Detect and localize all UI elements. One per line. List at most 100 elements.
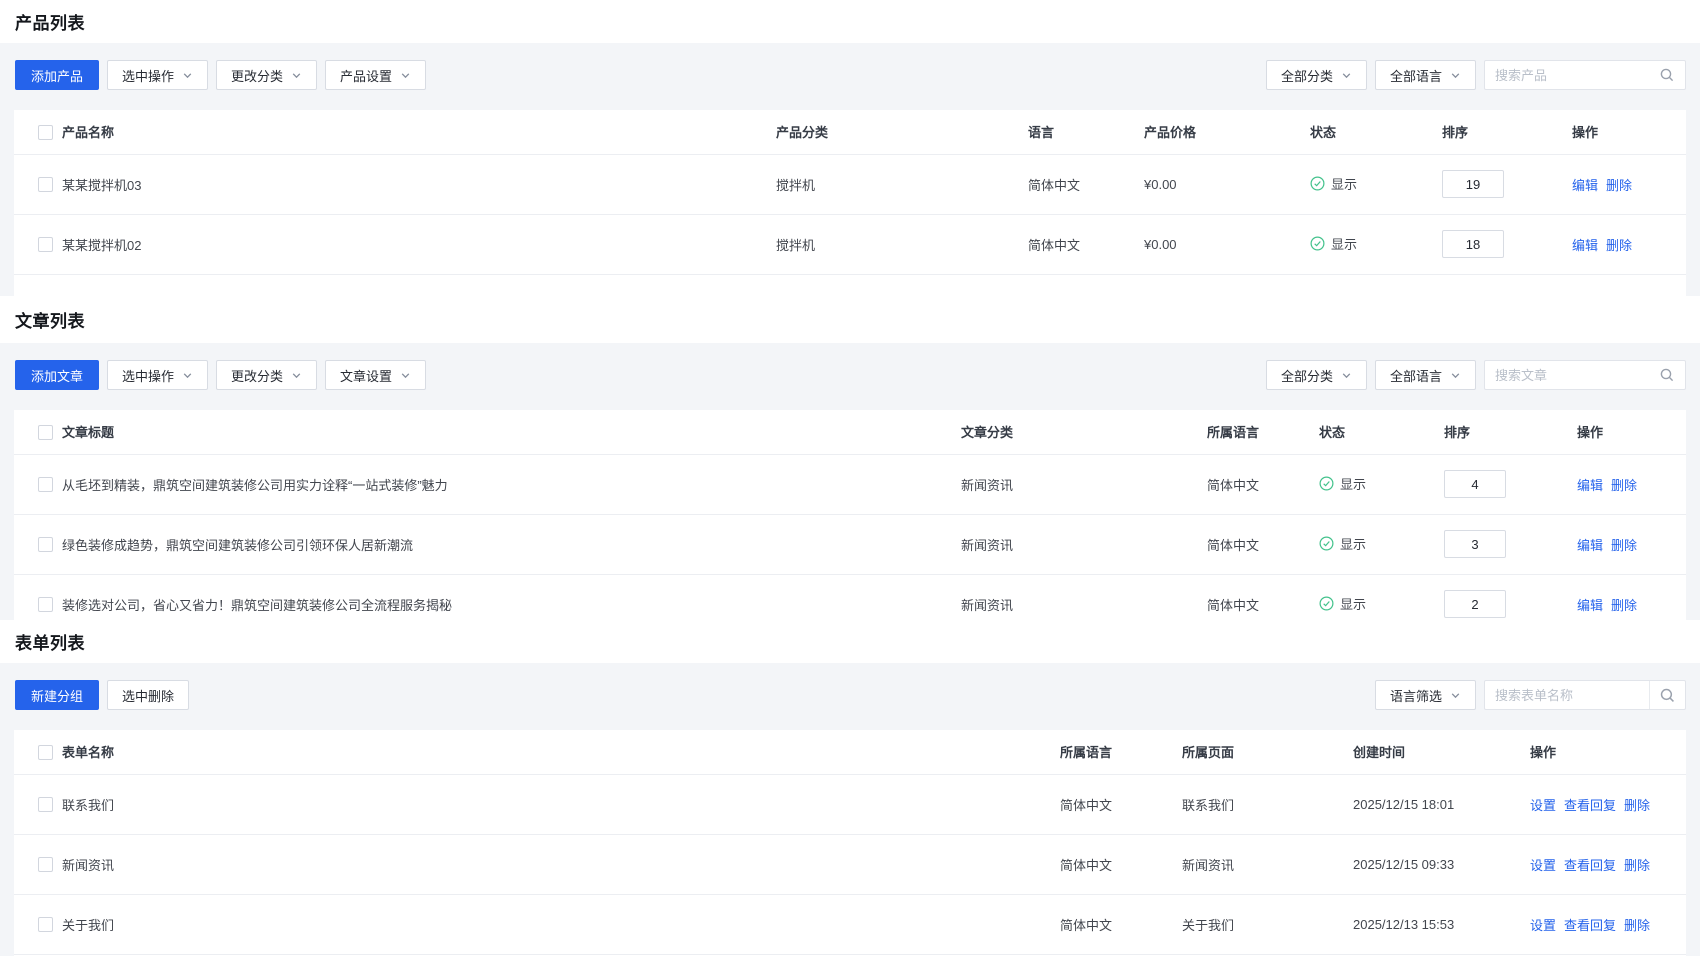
col-actions: 操作 [1530,730,1686,774]
edit-link[interactable]: 编辑 [1577,598,1603,613]
product-language: 简体中文 [1028,154,1144,214]
language-filter-dropdown[interactable]: 全部语言 [1375,60,1476,90]
chevron-down-icon [291,370,302,381]
delete-link[interactable]: 删除 [1624,798,1650,813]
sort-input[interactable] [1442,230,1504,258]
select-all-checkbox[interactable] [38,125,53,140]
select-checkbox[interactable] [38,597,53,612]
table-row: 绿色装修成趋势，鼎筑空间建筑装修公司引领环保人居新潮流 新闻资讯 简体中文 显示… [14,514,1686,574]
change-category-dropdown[interactable]: 更改分类 [216,60,317,90]
table-row: 某某搅拌机03 搅拌机 简体中文 ¥0.00 显示 编辑删除 [14,154,1686,214]
section-forms: 表单列表 新建分组 选中删除 语言筛选 [0,620,1700,956]
change-category-dropdown[interactable]: 更改分类 [216,360,317,390]
chevron-down-icon [1450,370,1461,381]
delete-link[interactable]: 删除 [1611,538,1637,553]
select-checkbox[interactable] [38,857,53,872]
select-checkbox[interactable] [38,537,53,552]
delete-link[interactable]: 删除 [1624,918,1650,933]
sort-input[interactable] [1444,590,1506,618]
sort-input[interactable] [1442,170,1504,198]
status-label: 显示 [1331,234,1357,253]
view-replies-link[interactable]: 查看回复 [1564,918,1616,933]
chevron-down-icon [1450,70,1461,81]
delete-selected-button[interactable]: 选中删除 [107,680,189,710]
settings-link[interactable]: 设置 [1530,858,1556,873]
delete-link[interactable]: 删除 [1611,598,1637,613]
article-settings-label: 文章设置 [340,366,392,385]
search-icon[interactable] [1649,361,1685,389]
form-page: 关于我们 [1182,894,1353,954]
add-product-button[interactable]: 添加产品 [15,60,99,90]
new-group-button[interactable]: 新建分组 [15,680,99,710]
select-checkbox[interactable] [38,797,53,812]
forms-table: 表单名称 所属语言 所属页面 创建时间 操作 联系我们 简体中文 联系我们 20… [14,730,1686,956]
edit-link[interactable]: 编辑 [1572,238,1598,253]
select-checkbox[interactable] [38,177,53,192]
product-search [1484,60,1686,90]
view-replies-link[interactable]: 查看回复 [1564,858,1616,873]
form-language: 简体中文 [1060,894,1182,954]
edit-link[interactable]: 编辑 [1577,478,1603,493]
status-badge: 显示 [1310,174,1357,193]
search-icon[interactable] [1649,61,1685,89]
col-status: 状态 [1319,410,1444,454]
table-row: 从毛坯到精装，鼎筑空间建筑装修公司用实力诠释“一站式装修”魅力 新闻资讯 简体中… [14,454,1686,514]
settings-link[interactable]: 设置 [1530,798,1556,813]
form-search-input[interactable] [1485,688,1649,703]
product-price: ¥0.00 [1144,154,1310,214]
form-created: 2025/12/13 15:53 [1353,894,1530,954]
product-settings-dropdown[interactable]: 产品设置 [325,60,426,90]
status-label: 显示 [1331,174,1357,193]
select-checkbox[interactable] [38,237,53,252]
article-settings-dropdown[interactable]: 文章设置 [325,360,426,390]
select-checkbox[interactable] [38,917,53,932]
form-page: 新闻资讯 [1182,834,1353,894]
edit-link[interactable]: 编辑 [1572,178,1598,193]
language-filter-dropdown[interactable]: 语言筛选 [1375,680,1476,710]
delete-link[interactable]: 删除 [1611,478,1637,493]
article-search [1484,360,1686,390]
selected-actions-dropdown[interactable]: 选中操作 [107,60,208,90]
search-icon[interactable] [1649,681,1685,709]
delete-link[interactable]: 删除 [1624,858,1650,873]
delete-link[interactable]: 删除 [1606,178,1632,193]
col-sort: 排序 [1444,410,1577,454]
col-product-category: 产品分类 [776,110,1028,154]
delete-link[interactable]: 删除 [1606,238,1632,253]
products-title: 产品列表 [15,9,85,34]
select-all-checkbox[interactable] [38,745,53,760]
category-filter-dropdown[interactable]: 全部分类 [1266,60,1367,90]
article-category: 新闻资讯 [961,514,1207,574]
status-success-icon [1319,536,1334,551]
selected-actions-label: 选中操作 [122,66,174,85]
col-article-category: 文章分类 [961,410,1207,454]
article-search-input[interactable] [1485,368,1649,383]
product-search-input[interactable] [1485,68,1649,83]
articles-title: 文章列表 [15,307,85,332]
chevron-down-icon [1341,70,1352,81]
col-status: 状态 [1310,110,1442,154]
category-filter-dropdown[interactable]: 全部分类 [1266,360,1367,390]
form-name: 新闻资讯 [62,834,1060,894]
sort-input[interactable] [1444,530,1506,558]
form-language: 简体中文 [1060,834,1182,894]
edit-link[interactable]: 编辑 [1577,538,1603,553]
select-all-checkbox[interactable] [38,425,53,440]
selected-actions-label: 选中操作 [122,366,174,385]
article-language: 简体中文 [1207,454,1319,514]
product-settings-label: 产品设置 [340,66,392,85]
product-language: 简体中文 [1028,214,1144,274]
article-category: 新闻资讯 [961,574,1207,620]
chevron-down-icon [400,370,411,381]
status-badge: 显示 [1319,594,1366,613]
col-page: 所属页面 [1182,730,1353,774]
select-checkbox[interactable] [38,477,53,492]
view-replies-link[interactable]: 查看回复 [1564,798,1616,813]
sort-input[interactable] [1444,470,1506,498]
col-sort: 排序 [1442,110,1572,154]
language-filter-dropdown[interactable]: 全部语言 [1375,360,1476,390]
add-article-button[interactable]: 添加文章 [15,360,99,390]
products-panel: 添加产品 选中操作 更改分类 产品设置 全部分类 [0,43,1700,296]
selected-actions-dropdown[interactable]: 选中操作 [107,360,208,390]
settings-link[interactable]: 设置 [1530,918,1556,933]
